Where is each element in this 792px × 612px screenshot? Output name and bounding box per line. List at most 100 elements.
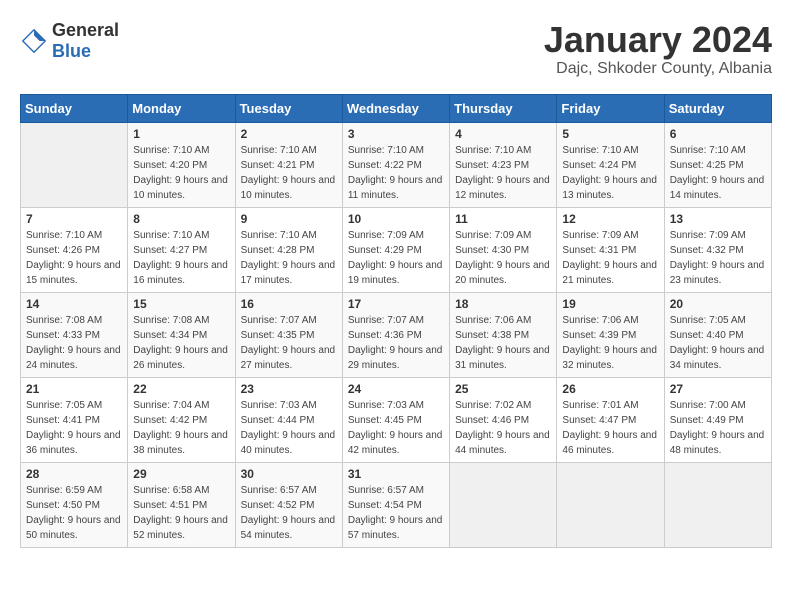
location-title: Dajc, Shkoder County, Albania — [544, 60, 772, 78]
day-number: 25 — [455, 382, 551, 396]
day-number: 28 — [26, 467, 122, 481]
day-info: Sunrise: 7:00 AMSunset: 4:49 PMDaylight:… — [670, 398, 766, 458]
day-info: Sunrise: 7:10 AMSunset: 4:23 PMDaylight:… — [455, 143, 551, 203]
day-info: Sunrise: 7:09 AMSunset: 4:32 PMDaylight:… — [670, 228, 766, 288]
day-info: Sunrise: 6:57 AMSunset: 4:52 PMDaylight:… — [241, 483, 337, 543]
day-number: 3 — [348, 127, 444, 141]
day-info: Sunrise: 7:10 AMSunset: 4:25 PMDaylight:… — [670, 143, 766, 203]
weekday-header: Monday — [128, 94, 235, 122]
calendar-cell: 30 Sunrise: 6:57 AMSunset: 4:52 PMDayligh… — [235, 462, 342, 547]
calendar-cell: 1 Sunrise: 7:10 AMSunset: 4:20 PMDaylight… — [128, 122, 235, 207]
day-number: 6 — [670, 127, 766, 141]
day-info: Sunrise: 7:10 AMSunset: 4:21 PMDaylight:… — [241, 143, 337, 203]
day-number: 7 — [26, 212, 122, 226]
calendar-cell: 14 Sunrise: 7:08 AMSunset: 4:33 PMDayligh… — [21, 292, 128, 377]
day-info: Sunrise: 7:01 AMSunset: 4:47 PMDaylight:… — [562, 398, 658, 458]
calendar-week-row: 1 Sunrise: 7:10 AMSunset: 4:20 PMDaylight… — [21, 122, 772, 207]
day-number: 18 — [455, 297, 551, 311]
day-info: Sunrise: 7:08 AMSunset: 4:33 PMDaylight:… — [26, 313, 122, 373]
calendar-cell: 2 Sunrise: 7:10 AMSunset: 4:21 PMDaylight… — [235, 122, 342, 207]
day-info: Sunrise: 7:02 AMSunset: 4:46 PMDaylight:… — [455, 398, 551, 458]
calendar-cell — [557, 462, 664, 547]
weekday-header: Wednesday — [342, 94, 449, 122]
weekday-header: Friday — [557, 94, 664, 122]
calendar-cell: 10 Sunrise: 7:09 AMSunset: 4:29 PMDayligh… — [342, 207, 449, 292]
calendar-table: SundayMondayTuesdayWednesdayThursdayFrid… — [20, 94, 772, 548]
day-info: Sunrise: 6:57 AMSunset: 4:54 PMDaylight:… — [348, 483, 444, 543]
day-number: 31 — [348, 467, 444, 481]
day-number: 8 — [133, 212, 229, 226]
day-info: Sunrise: 7:10 AMSunset: 4:22 PMDaylight:… — [348, 143, 444, 203]
calendar-cell: 5 Sunrise: 7:10 AMSunset: 4:24 PMDaylight… — [557, 122, 664, 207]
day-number: 1 — [133, 127, 229, 141]
day-number: 5 — [562, 127, 658, 141]
calendar-cell: 12Sunrise: 7:09 AMSunset: 4:31 PMDayligh… — [557, 207, 664, 292]
day-info: Sunrise: 7:07 AMSunset: 4:35 PMDaylight:… — [241, 313, 337, 373]
logo-text-general: General — [52, 20, 119, 40]
calendar-cell: 27 Sunrise: 7:00 AMSunset: 4:49 PMDayligh… — [664, 377, 771, 462]
day-info: Sunrise: 7:04 AMSunset: 4:42 PMDaylight:… — [133, 398, 229, 458]
calendar-week-row: 21 Sunrise: 7:05 AMSunset: 4:41 PMDayligh… — [21, 377, 772, 462]
day-number: 13 — [670, 212, 766, 226]
day-number: 14 — [26, 297, 122, 311]
calendar-cell: 22 Sunrise: 7:04 AMSunset: 4:42 PMDayligh… — [128, 377, 235, 462]
day-number: 20 — [670, 297, 766, 311]
day-number: 2 — [241, 127, 337, 141]
day-number: 15 — [133, 297, 229, 311]
day-number: 26 — [562, 382, 658, 396]
day-info: Sunrise: 7:10 AMSunset: 4:20 PMDaylight:… — [133, 143, 229, 203]
calendar-week-row: 14 Sunrise: 7:08 AMSunset: 4:33 PMDayligh… — [21, 292, 772, 377]
calendar-cell — [664, 462, 771, 547]
day-number: 30 — [241, 467, 337, 481]
day-number: 22 — [133, 382, 229, 396]
calendar-cell — [21, 122, 128, 207]
day-number: 11 — [455, 212, 551, 226]
day-info: Sunrise: 7:10 AMSunset: 4:26 PMDaylight:… — [26, 228, 122, 288]
day-number: 10 — [348, 212, 444, 226]
day-number: 24 — [348, 382, 444, 396]
calendar-cell: 31 Sunrise: 6:57 AMSunset: 4:54 PMDayligh… — [342, 462, 449, 547]
month-title: January 2024 — [544, 20, 772, 60]
day-number: 19 — [562, 297, 658, 311]
day-info: Sunrise: 6:58 AMSunset: 4:51 PMDaylight:… — [133, 483, 229, 543]
calendar-cell: 4 Sunrise: 7:10 AMSunset: 4:23 PMDaylight… — [450, 122, 557, 207]
day-info: Sunrise: 7:09 AMSunset: 4:29 PMDaylight:… — [348, 228, 444, 288]
calendar-cell: 26 Sunrise: 7:01 AMSunset: 4:47 PMDayligh… — [557, 377, 664, 462]
day-number: 16 — [241, 297, 337, 311]
calendar-cell: 17 Sunrise: 7:07 AMSunset: 4:36 PMDayligh… — [342, 292, 449, 377]
day-info: Sunrise: 7:07 AMSunset: 4:36 PMDaylight:… — [348, 313, 444, 373]
day-number: 23 — [241, 382, 337, 396]
calendar-cell: 8 Sunrise: 7:10 AMSunset: 4:27 PMDaylight… — [128, 207, 235, 292]
weekday-header: Saturday — [664, 94, 771, 122]
calendar-cell: 28Sunrise: 6:59 AMSunset: 4:50 PMDayligh… — [21, 462, 128, 547]
calendar-cell: 18 Sunrise: 7:06 AMSunset: 4:38 PMDayligh… — [450, 292, 557, 377]
day-number: 21 — [26, 382, 122, 396]
day-info: Sunrise: 7:10 AMSunset: 4:24 PMDaylight:… — [562, 143, 658, 203]
day-number: 9 — [241, 212, 337, 226]
day-number: 4 — [455, 127, 551, 141]
calendar-body: 1 Sunrise: 7:10 AMSunset: 4:20 PMDaylight… — [21, 122, 772, 547]
day-info: Sunrise: 7:09 AMSunset: 4:30 PMDaylight:… — [455, 228, 551, 288]
day-info: Sunrise: 7:08 AMSunset: 4:34 PMDaylight:… — [133, 313, 229, 373]
day-number: 27 — [670, 382, 766, 396]
page-header: General Blue January 2024 Dajc, Shkoder … — [20, 20, 772, 78]
calendar-week-row: 28Sunrise: 6:59 AMSunset: 4:50 PMDayligh… — [21, 462, 772, 547]
calendar-cell: 15 Sunrise: 7:08 AMSunset: 4:34 PMDayligh… — [128, 292, 235, 377]
logo: General Blue — [20, 20, 119, 62]
day-info: Sunrise: 7:09 AMSunset: 4:31 PMDaylight:… — [562, 228, 658, 288]
day-info: Sunrise: 7:03 AMSunset: 4:44 PMDaylight:… — [241, 398, 337, 458]
weekday-header: Tuesday — [235, 94, 342, 122]
day-info: Sunrise: 7:05 AMSunset: 4:41 PMDaylight:… — [26, 398, 122, 458]
calendar-week-row: 7 Sunrise: 7:10 AMSunset: 4:26 PMDaylight… — [21, 207, 772, 292]
day-info: Sunrise: 7:10 AMSunset: 4:27 PMDaylight:… — [133, 228, 229, 288]
calendar-header-row: SundayMondayTuesdayWednesdayThursdayFrid… — [21, 94, 772, 122]
weekday-header: Thursday — [450, 94, 557, 122]
day-info: Sunrise: 7:10 AMSunset: 4:28 PMDaylight:… — [241, 228, 337, 288]
calendar-cell: 16 Sunrise: 7:07 AMSunset: 4:35 PMDayligh… — [235, 292, 342, 377]
calendar-cell: 19Sunrise: 7:06 AMSunset: 4:39 PMDayligh… — [557, 292, 664, 377]
calendar-cell: 21 Sunrise: 7:05 AMSunset: 4:41 PMDayligh… — [21, 377, 128, 462]
day-number: 17 — [348, 297, 444, 311]
calendar-cell: 23 Sunrise: 7:03 AMSunset: 4:44 PMDayligh… — [235, 377, 342, 462]
day-info: Sunrise: 7:06 AMSunset: 4:38 PMDaylight:… — [455, 313, 551, 373]
weekday-header: Sunday — [21, 94, 128, 122]
